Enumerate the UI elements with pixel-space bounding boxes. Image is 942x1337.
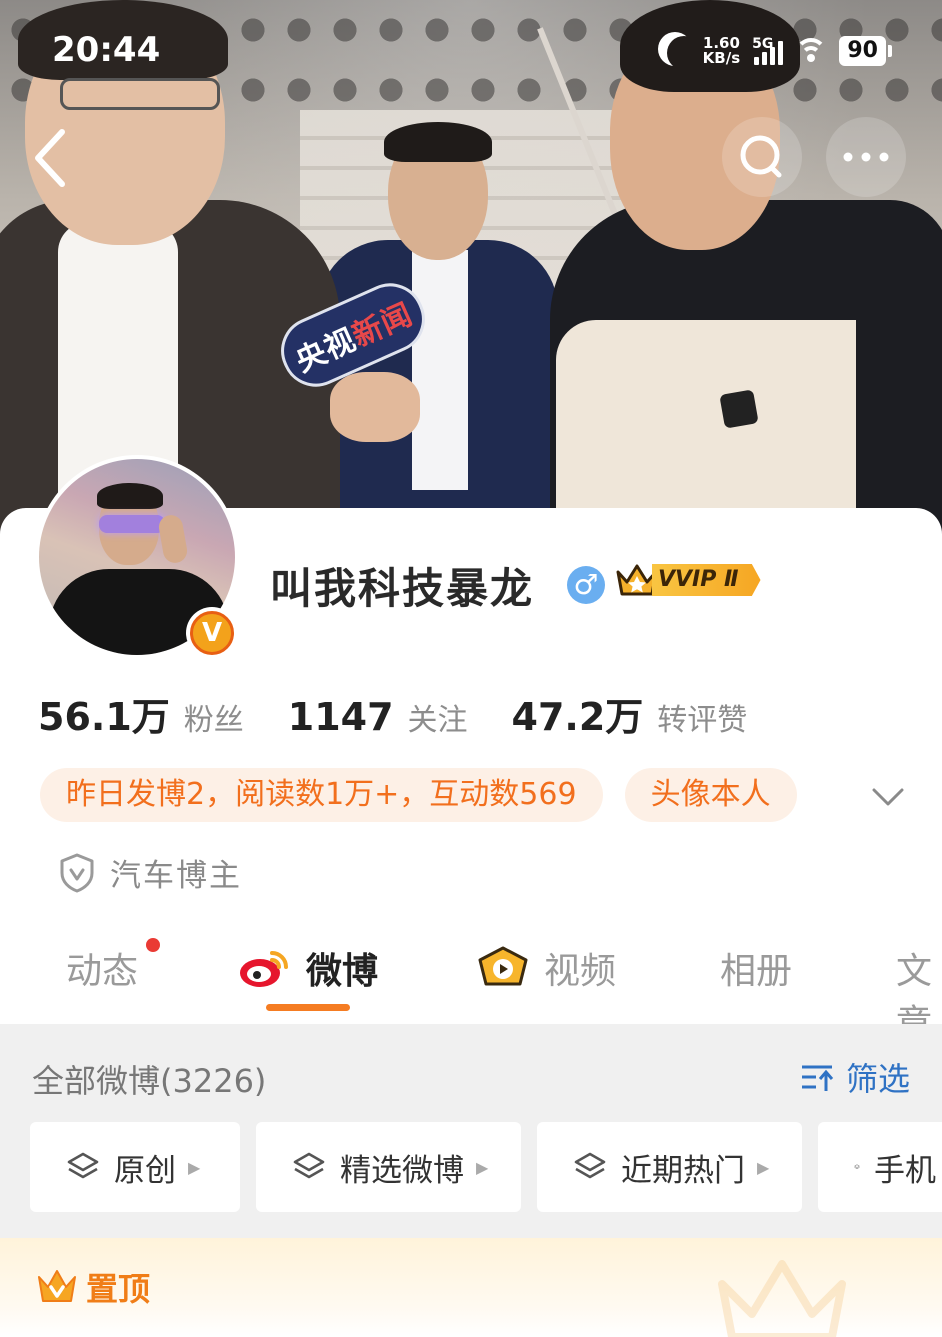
- verification-label: 汽车博主: [110, 858, 242, 894]
- wifi-icon: [795, 38, 828, 64]
- stat-following[interactable]: 1147 关注: [288, 695, 468, 739]
- layers-icon: [854, 1164, 860, 1169]
- stat-interactions[interactable]: 47.2万 转评赞: [512, 686, 748, 741]
- pinned-label: 置顶: [36, 1264, 150, 1310]
- more-options-button[interactable]: [826, 117, 906, 197]
- category-original[interactable]: 原创 ▶: [30, 1122, 240, 1212]
- vvip-label: VVIP Ⅱ: [652, 564, 761, 596]
- search-icon: [740, 135, 782, 178]
- cellular-signal-icon: 5G: [752, 37, 784, 65]
- chevron-down-icon: [872, 788, 904, 806]
- tab-video[interactable]: 视频: [476, 942, 616, 994]
- category-mobile[interactable]: 手机: [818, 1122, 942, 1212]
- shield-icon: [60, 853, 94, 892]
- category-label: 原创: [114, 1152, 176, 1189]
- layers-icon: [574, 1152, 606, 1179]
- stat-value: 47.2万: [511, 695, 644, 739]
- battery-indicator: 90: [839, 36, 892, 66]
- status-bar: 20:44 1.60 KB/s 5G 90: [0, 0, 942, 100]
- tab-label: 动态: [66, 951, 139, 992]
- profile-chips: 昨日发博2，阅读数1万+，互动数569 头像本人: [40, 768, 797, 822]
- tab-label: 微博: [306, 951, 379, 992]
- net-speed-unit: KB/s: [702, 49, 741, 67]
- caret-right-icon: ▶: [757, 1157, 770, 1177]
- tab-dynamics[interactable]: 动态: [66, 938, 160, 994]
- caret-right-icon: ▶: [188, 1157, 201, 1177]
- search-button[interactable]: [722, 117, 802, 197]
- category-featured[interactable]: 精选微博 ▶: [256, 1122, 521, 1212]
- verified-badge-letter: V: [201, 618, 223, 648]
- profile-tabs: 动态 微博 视频 相册 文章: [0, 930, 942, 1044]
- vvip-badge[interactable]: VVIP Ⅱ: [614, 560, 761, 600]
- all-posts-count: 全部微博(3226): [32, 1062, 267, 1100]
- unread-dot: [146, 938, 160, 952]
- category-label: 精选微博: [340, 1152, 464, 1189]
- profile-stats: 56.1万 粉丝 1147 关注 47.2万 转评赞: [38, 686, 791, 741]
- caret-right-icon: ▶: [476, 1157, 489, 1177]
- active-tab-indicator: [266, 1004, 350, 1011]
- battery-level: 90: [839, 36, 886, 66]
- expand-chips-button[interactable]: [864, 772, 912, 820]
- more-dots-icon: [843, 152, 889, 162]
- tab-weibo[interactable]: 微博: [238, 942, 378, 994]
- do-not-disturb-moon-icon: [667, 36, 701, 70]
- status-time: 20:44: [52, 30, 161, 70]
- category-label: 近期热门: [621, 1152, 745, 1189]
- male-gender-icon: ♂: [567, 566, 605, 604]
- stat-value: 56.1万: [38, 695, 170, 739]
- category-trending[interactable]: 近期热门 ▶: [537, 1122, 802, 1212]
- tab-album[interactable]: 相册: [720, 942, 792, 994]
- video-play-icon: [478, 946, 528, 986]
- cover-hand: [330, 372, 420, 442]
- stat-followers[interactable]: 56.1万 粉丝: [38, 686, 244, 741]
- back-button[interactable]: [22, 118, 84, 198]
- verified-v-badge: V: [186, 607, 238, 659]
- crown-watermark-icon: [718, 1260, 846, 1337]
- post-category-filters: 原创 ▶ 精选微博 ▶ 近期热门 ▶ 手机: [30, 1122, 942, 1212]
- avatar-self-chip[interactable]: 头像本人: [624, 768, 797, 822]
- filter-button[interactable]: 筛选: [798, 1054, 910, 1100]
- stat-label: 关注: [407, 703, 468, 738]
- profile-name: 叫我科技暴龙: [270, 564, 535, 613]
- back-arrow-icon: [35, 129, 65, 187]
- tab-label: 视频: [544, 951, 617, 992]
- activity-summary-chip[interactable]: 昨日发博2，阅读数1万+，互动数569: [40, 768, 603, 822]
- layers-icon: [293, 1152, 325, 1179]
- category-label: 手机: [874, 1152, 936, 1189]
- stat-label: 转评赞: [657, 703, 748, 738]
- verification-info[interactable]: 汽车博主: [58, 850, 242, 895]
- stat-value: 1147: [287, 695, 394, 739]
- pin-crown-icon: [38, 1270, 76, 1302]
- net-speed: 1.60 KB/s: [703, 36, 740, 66]
- filter-label: 筛选: [846, 1060, 911, 1098]
- layers-icon: [67, 1152, 99, 1179]
- status-right-group: 1.60 KB/s 5G 90: [657, 34, 892, 68]
- weibo-logo-icon: [240, 951, 288, 987]
- filter-sort-icon: [802, 1065, 834, 1091]
- tab-label: 相册: [720, 951, 793, 992]
- pinned-text: 置顶: [86, 1270, 151, 1308]
- stat-label: 粉丝: [183, 703, 244, 738]
